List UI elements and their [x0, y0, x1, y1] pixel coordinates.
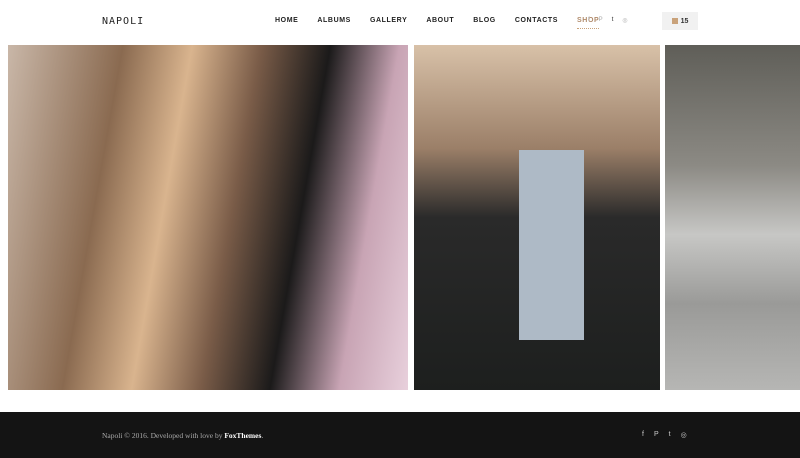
twitter-icon[interactable]: t	[669, 431, 671, 439]
nav-about[interactable]: ABOUT	[426, 17, 454, 24]
dribbble-icon[interactable]: ◎	[681, 431, 687, 439]
bag-icon	[671, 18, 678, 24]
facebook-icon[interactable]: f	[642, 431, 644, 439]
twitter-icon[interactable]: t	[612, 17, 614, 24]
footer-social: f P t ◎	[642, 431, 687, 439]
facebook-icon[interactable]: f	[588, 17, 590, 24]
brand-link[interactable]: FoxThemes	[224, 431, 261, 440]
nav-gallery[interactable]: GALLERY	[370, 17, 407, 24]
gallery-image-2[interactable]	[414, 45, 660, 390]
pinterest-icon[interactable]: P	[599, 17, 603, 24]
nav-blog[interactable]: BLOG	[473, 17, 496, 24]
copyright-text: Napoli © 2016. Developed with love by	[102, 431, 225, 440]
nav-contacts[interactable]: CONTACTS	[515, 17, 558, 24]
copyright-suffix: .	[261, 431, 264, 440]
shirt-shape	[519, 150, 584, 340]
dribbble-icon[interactable]: ◎	[622, 17, 627, 24]
nav-home[interactable]: HOME	[275, 17, 298, 24]
site-footer: Napoli © 2016. Developed with love by Fo…	[0, 412, 800, 458]
main-nav: HOME ALBUMS GALLERY ABOUT BLOG CONTACTS …	[275, 17, 618, 29]
copyright: Napoli © 2016. Developed with love by Fo…	[102, 431, 263, 440]
header-social: f P t ◎	[588, 17, 628, 24]
pinterest-icon[interactable]: P	[654, 431, 659, 439]
site-header: NAPOLI HOME ALBUMS GALLERY ABOUT BLOG CO…	[0, 0, 800, 45]
gallery-image-3[interactable]	[665, 45, 800, 390]
cart-button[interactable]: 15	[662, 12, 698, 30]
cart-count: 15	[680, 17, 689, 25]
gallery-image-1[interactable]	[8, 45, 408, 390]
nav-albums[interactable]: ALBUMS	[317, 17, 351, 24]
site-logo[interactable]: NAPOLI	[102, 16, 144, 27]
